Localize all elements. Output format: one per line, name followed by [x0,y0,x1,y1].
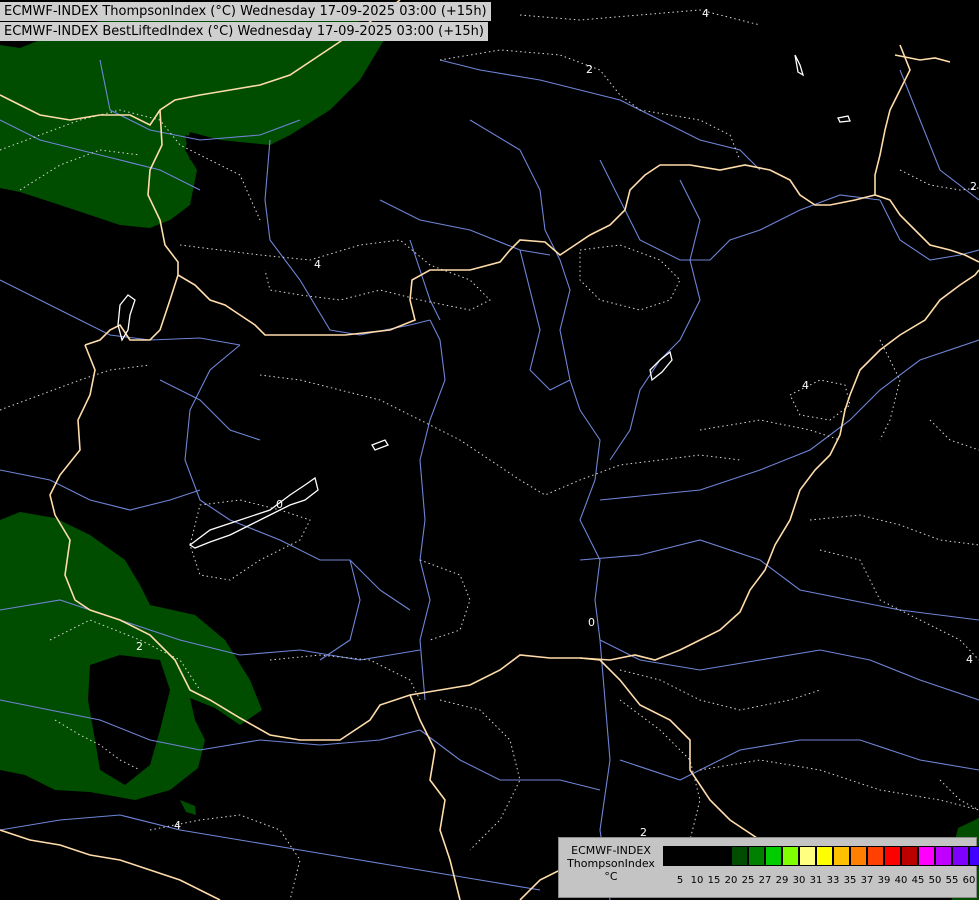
legend-swatch [969,846,979,866]
contour-label: 0 [276,498,283,511]
legend-swatch [918,846,935,866]
legend-swatch [884,846,901,866]
legend-tick-label: 15 [707,875,721,886]
legend-tick-label: 31 [809,875,823,886]
legend-swatch [748,846,765,866]
legend-tick-label: 20 [724,875,738,886]
legend-swatch [799,846,816,866]
legend-title: ECMWF-INDEX ThompsonIndex °C [561,844,661,883]
legend-swatch [731,846,748,866]
legend-swatch [697,846,714,866]
legend-swatch [850,846,867,866]
legend-tick-label: 5 [676,875,684,886]
legend-swatch [867,846,884,866]
legend-tick-label: 25 [741,875,755,886]
legend-tick-label: 45 [911,875,925,886]
legend-swatch [782,846,799,866]
legend-title-line1: ECMWF-INDEX [571,844,651,857]
legend-swatch [901,846,918,866]
weather-map: 22244440024 [0,0,979,900]
legend-tick-label: 39 [877,875,891,886]
contour-label: 4 [966,653,973,666]
map-title-best-lifted: ECMWF-INDEX BestLiftedIndex (°C) Wednesd… [0,22,488,41]
legend-tick-label: 27 [758,875,772,886]
map-title-thompson: ECMWF-INDEX ThompsonIndex (°C) Wednesday… [0,2,491,21]
contour-label: 4 [702,7,709,20]
legend-swatch [663,846,680,866]
legend-color-bar [663,846,979,866]
contour-label: 2 [136,640,143,653]
legend-swatch [833,846,850,866]
legend-tick-label: 50 [928,875,942,886]
legend-swatch [952,846,969,866]
legend-tick-label: 37 [860,875,874,886]
legend-swatch [714,846,731,866]
legend-tick-label: 30 [792,875,806,886]
legend-tick-label: 55 [945,875,959,886]
color-legend: ECMWF-INDEX ThompsonIndex °C 5 10 15 20 25 27… [558,837,979,898]
legend-tick-label: 10 [690,875,704,886]
legend-tick-label: 40 [894,875,908,886]
legend-tick-label: 60 [962,875,976,886]
legend-title-line2: ThompsonIndex [567,857,655,870]
legend-swatch [680,846,697,866]
contour-label: 4 [802,379,809,392]
legend-swatch [935,846,952,866]
legend-title-unit: °C [604,870,618,883]
legend-tick-label: 35 [843,875,857,886]
contour-label: 2 [586,63,593,76]
contour-label: 4 [174,819,181,832]
legend-tick-label: 33 [826,875,840,886]
contour-label: 0 [588,616,595,629]
contour-label: 2 [970,180,977,193]
legend-tick-label: 29 [775,875,789,886]
legend-swatch [816,846,833,866]
legend-swatch [765,846,782,866]
contour-label: 4 [314,258,321,271]
